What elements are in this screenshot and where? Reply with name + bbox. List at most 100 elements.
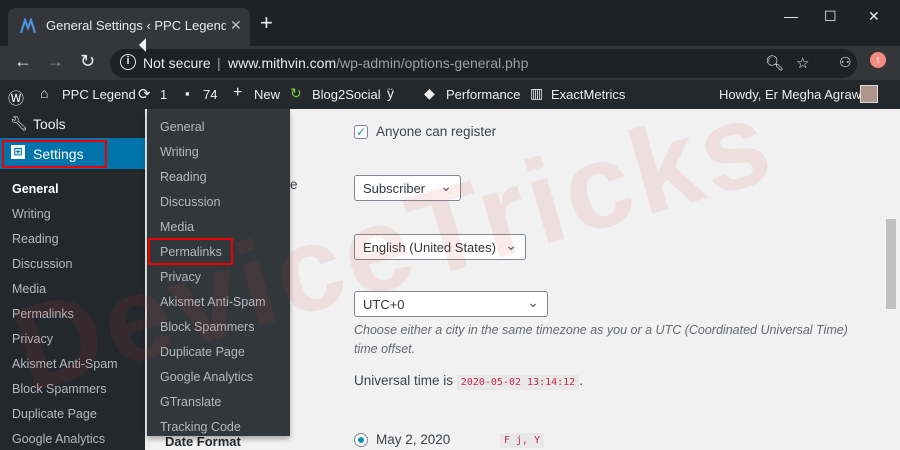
anyone-can-register-checkbox[interactable]: ✓: [354, 125, 368, 139]
flyout-item-general[interactable]: General: [160, 120, 204, 134]
url-separator: |: [217, 55, 221, 71]
url-path: /wp-admin/options-general.php: [336, 55, 529, 71]
default-role-row-label: e: [290, 177, 298, 192]
home-icon: ⌂: [40, 85, 49, 101]
wrench-icon: 🔧︎: [10, 115, 28, 131]
flyout-item-media[interactable]: Media: [160, 220, 194, 234]
updates-count[interactable]: 1: [160, 87, 167, 102]
submenu-item-general[interactable]: General: [12, 182, 59, 196]
maximize-button[interactable]: ☐: [824, 8, 837, 25]
yoast-icon[interactable]: ÿ: [387, 85, 394, 101]
address-bar[interactable]: i Not secure | www.mithvin.com/wp-admin/…: [110, 49, 857, 78]
tab-title: General Settings ‹ PPC Legend —: [46, 18, 226, 33]
back-arrow-icon[interactable]: ←: [14, 51, 32, 72]
reload-icon[interactable]: ↻: [80, 51, 95, 72]
forward-arrow-icon[interactable]: →: [46, 51, 64, 72]
submenu-item-permalinks[interactable]: Permalinks: [12, 307, 74, 321]
date-format-label: Date Format: [165, 434, 241, 449]
minimize-button[interactable]: —: [784, 8, 798, 24]
flyout-item-writing[interactable]: Writing: [160, 145, 199, 159]
performance-link[interactable]: Performance: [446, 87, 520, 102]
chevron-down-icon: ⌄: [440, 178, 452, 194]
browser-toolbar: ← → ↻ i Not secure | www.mithvin.com/wp-…: [0, 46, 900, 80]
howdy-user[interactable]: Howdy, Er Megha Agrawal: [719, 87, 871, 102]
updates-icon: ⟳: [138, 86, 151, 103]
site-name-link[interactable]: PPC Legend: [62, 87, 136, 102]
submenu-item-google-analytics[interactable]: Google Analytics: [12, 432, 105, 446]
date-format-option-label: May 2, 2020: [376, 432, 451, 447]
bookmark-star-icon[interactable]: ☆: [796, 54, 809, 72]
wordpress-logo-icon[interactable]: Ⓦ: [8, 85, 24, 109]
flyout-item-privacy[interactable]: Privacy: [160, 270, 201, 284]
universal-time-suffix: .: [579, 373, 583, 388]
date-format-code: F j, Y: [500, 433, 545, 448]
info-icon[interactable]: i: [120, 54, 136, 70]
universal-time-row: Universal time is 2020-05-02 13:14:12.: [354, 373, 583, 390]
plus-icon: +: [233, 84, 243, 101]
site-language-value: English (United States): [363, 240, 496, 255]
submenu-item-writing[interactable]: Writing: [12, 207, 51, 221]
comments-count[interactable]: 74: [203, 87, 217, 102]
flyout-item-reading[interactable]: Reading: [160, 170, 207, 184]
tools-label: Tools: [33, 116, 66, 132]
scrollbar-thumb[interactable]: [886, 219, 896, 309]
settings-active-arrow: [139, 38, 146, 52]
site-favicon-icon: [20, 18, 37, 34]
anyone-can-register-label: Anyone can register: [376, 124, 497, 139]
page-scrollbar[interactable]: [882, 109, 900, 450]
default-role-select[interactable]: Subscriber ⌄: [354, 175, 461, 201]
new-content-link[interactable]: New: [254, 87, 280, 102]
timezone-description: Choose either a city in the same timezon…: [354, 323, 848, 356]
tab-close-icon[interactable]: ✕: [230, 17, 242, 34]
blog2social-link[interactable]: Blog2Social: [312, 87, 381, 102]
not-secure-label: Not secure: [143, 55, 211, 71]
submenu-item-discussion[interactable]: Discussion: [12, 257, 72, 271]
submenu-item-reading[interactable]: Reading: [12, 232, 59, 246]
chevron-down-icon: ⌄: [527, 294, 539, 310]
url-text: www.mithvin.com/wp-admin/options-general…: [228, 55, 528, 71]
submenu-item-akismet[interactable]: Akismet Anti-Spam: [12, 357, 118, 371]
profile-avatar-icon[interactable]: ↑: [870, 52, 886, 68]
timezone-select[interactable]: UTC+0 ⌄: [354, 291, 548, 317]
universal-time-label: Universal time is: [354, 373, 454, 388]
wp-admin-bar: Ⓦ ⌂ PPC Legend ⟳ 1 ▪ 74 + New ↻ Blog2Soc…: [0, 80, 900, 109]
chevron-down-icon: ⌄: [505, 237, 517, 253]
settings-flyout-menu: General Writing Reading Discussion Media…: [147, 109, 290, 436]
menu-item-tools[interactable]: 🔧︎ Tools: [0, 109, 145, 138]
default-role-value: Subscriber: [363, 181, 426, 196]
timezone-value: UTC+0: [363, 297, 405, 312]
radio-selected-dot: [358, 437, 364, 443]
performance-icon: ◆: [424, 85, 435, 101]
user-avatar[interactable]: [860, 85, 878, 103]
browser-tab-bar: General Settings ‹ PPC Legend — ✕ + — ☐ …: [0, 0, 900, 46]
flyout-item-permalinks[interactable]: Permalinks: [160, 245, 222, 259]
close-window-button[interactable]: ✕: [868, 8, 880, 25]
extension-icon[interactable]: ⚇: [839, 54, 852, 71]
flyout-item-google-analytics[interactable]: Google Analytics: [160, 370, 253, 384]
url-host: www.mithvin.com: [228, 55, 337, 71]
submenu-item-duplicate-page[interactable]: Duplicate Page: [12, 407, 97, 421]
submenu-item-privacy[interactable]: Privacy: [12, 332, 53, 346]
flyout-item-discussion[interactable]: Discussion: [160, 195, 220, 209]
blog2social-icon: ↻: [290, 85, 302, 101]
comments-icon: ▪: [185, 86, 190, 101]
menu-item-settings[interactable]: ⊞ Settings: [0, 138, 145, 169]
flyout-item-akismet[interactable]: Akismet Anti-Spam: [160, 295, 266, 309]
new-tab-button[interactable]: +: [260, 12, 273, 34]
submenu-item-media[interactable]: Media: [12, 282, 46, 296]
site-language-select[interactable]: English (United States) ⌄: [354, 234, 526, 260]
flyout-item-duplicate-page[interactable]: Duplicate Page: [160, 345, 245, 359]
settings-label: Settings: [33, 146, 84, 162]
browser-tab[interactable]: General Settings ‹ PPC Legend — ✕: [8, 8, 250, 46]
exactmetrics-icon: ▥: [530, 85, 544, 101]
date-format-radio[interactable]: [354, 433, 368, 447]
universal-time-value: 2020-05-02 13:14:12: [456, 375, 580, 390]
admin-menu: 🔧︎ Tools ⊞ Settings General Writing Read…: [0, 109, 145, 450]
flyout-item-tracking-code[interactable]: Tracking Code: [160, 420, 241, 434]
flyout-item-block-spammers[interactable]: Block Spammers: [160, 320, 254, 334]
exactmetrics-link[interactable]: ExactMetrics: [551, 87, 625, 102]
search-icon[interactable]: 🔍︎: [765, 54, 784, 72]
submenu-item-block-spammers[interactable]: Block Spammers: [12, 382, 106, 396]
settings-icon: ⊞: [11, 145, 25, 159]
flyout-item-gtranslate[interactable]: GTranslate: [160, 395, 221, 409]
